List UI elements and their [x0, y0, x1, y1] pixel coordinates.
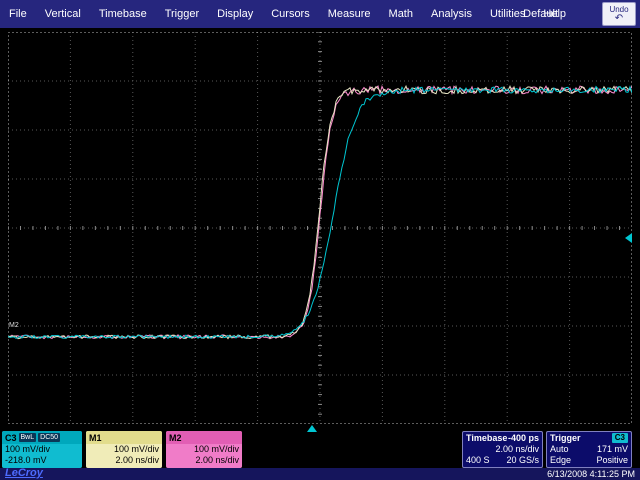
lecroy-logo: LeCroy	[5, 467, 43, 479]
trigger-level-marker[interactable]	[625, 233, 632, 243]
trigger-position-marker[interactable]	[307, 425, 317, 432]
menu-item-trigger[interactable]: Trigger	[156, 8, 208, 20]
status-bar: LeCroy 6/13/2008 4:11:25 PM	[0, 468, 640, 480]
channel-descriptor-m1[interactable]: M1 100 mV/div 2.00 ns/div	[86, 431, 162, 468]
menu-item-measure[interactable]: Measure	[319, 8, 380, 20]
timebase-offset: -400 ps	[508, 433, 539, 444]
menu-bar: File Vertical Timebase Trigger Display C…	[0, 0, 640, 28]
timebase-descriptor[interactable]: Timebase -400 ps 2.00 ns/div 400 S 20 GS…	[462, 431, 543, 468]
trigger-source-badge: C3	[612, 433, 628, 443]
menu-item-math[interactable]: Math	[380, 8, 422, 20]
m2-label: M2	[169, 433, 182, 443]
waveform-display	[8, 32, 632, 424]
m2-timebase: 2.00 ns/div	[166, 455, 242, 466]
menu-item-vertical[interactable]: Vertical	[36, 8, 90, 20]
menu-item-analysis[interactable]: Analysis	[422, 8, 481, 20]
c3-scale: 100 mV/div	[2, 444, 82, 455]
m1-label: M1	[89, 433, 102, 443]
oscilloscope-screen: File Vertical Timebase Trigger Display C…	[0, 0, 640, 480]
menu-item-timebase[interactable]: Timebase	[90, 8, 156, 20]
timebase-title: Timebase	[466, 433, 507, 444]
trigger-mode: Auto	[550, 444, 569, 455]
scope-grid	[8, 32, 632, 424]
m1-timebase: 2.00 ns/div	[86, 455, 162, 466]
undo-arrow-icon: ↶	[615, 14, 623, 23]
timebase-samples: 400 S	[466, 455, 490, 466]
trigger-descriptor[interactable]: Trigger C3 Auto 171 mV Edge Positive	[546, 431, 632, 468]
trace-zero-marker: M2	[9, 322, 19, 329]
timebase-rate: 20 GS/s	[506, 455, 539, 466]
trigger-slope: Positive	[596, 455, 628, 466]
datetime-label: 6/13/2008 4:11:25 PM	[547, 469, 635, 479]
trigger-level: 171 mV	[597, 444, 628, 455]
timebase-scale: 2.00 ns/div	[495, 444, 539, 455]
trigger-title: Trigger	[550, 433, 581, 444]
m1-scale: 100 mV/div	[86, 444, 162, 455]
c3-bandwidth-badge: BwL	[19, 433, 37, 442]
undo-button[interactable]: Undo ↶	[602, 2, 636, 26]
channel-descriptor-m2[interactable]: M2 100 mV/div 2.00 ns/div	[166, 431, 242, 468]
c3-label: C3	[5, 433, 17, 443]
channel-descriptor-c3[interactable]: C3 BwL DC50 100 mV/div -218.0 mV	[2, 431, 82, 468]
m2-scale: 100 mV/div	[166, 444, 242, 455]
menu-item-display[interactable]: Display	[208, 8, 262, 20]
menu-item-cursors[interactable]: Cursors	[262, 8, 319, 20]
menu-item-file[interactable]: File	[0, 8, 36, 20]
default-setup-label: Default	[523, 8, 558, 20]
trigger-type: Edge	[550, 455, 571, 466]
c3-offset: -218.0 mV	[2, 455, 82, 466]
c3-coupling-badge: DC50	[38, 433, 60, 442]
